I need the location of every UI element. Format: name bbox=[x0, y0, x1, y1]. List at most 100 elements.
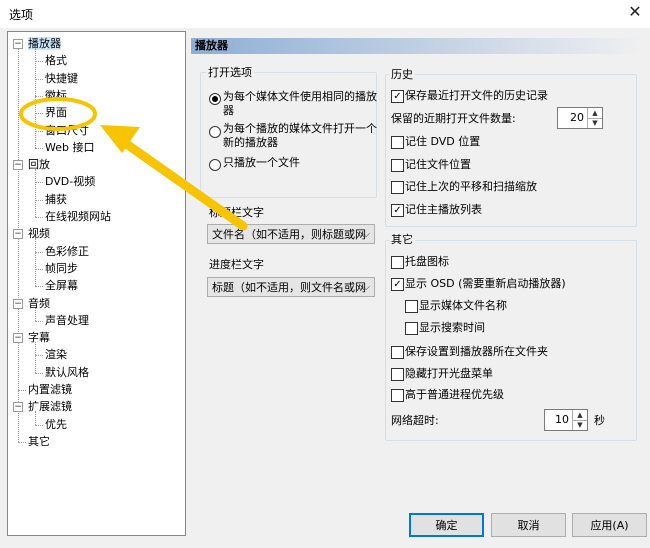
radio-new-player[interactable] bbox=[209, 126, 221, 138]
tree-item-label: 色彩修正 bbox=[45, 244, 89, 258]
tree-subitem[interactable]: 优先 bbox=[45, 416, 67, 433]
tree-item-label: 默认风格 bbox=[45, 365, 89, 379]
tree-item-label: 帧同步 bbox=[45, 261, 78, 275]
tree-connector bbox=[35, 307, 36, 321]
collapse-icon[interactable]: − bbox=[13, 160, 23, 171]
chevron-down-icon: ⌵ bbox=[362, 282, 370, 293]
tree-connector bbox=[35, 286, 43, 288]
tree-connector bbox=[35, 147, 43, 149]
close-icon[interactable]: ✕ bbox=[626, 3, 644, 21]
tree-item-label: 声音处理 bbox=[45, 313, 89, 327]
tree-connector bbox=[18, 390, 26, 391]
tree-subitem[interactable]: 声音处理 bbox=[45, 312, 89, 329]
tree-category[interactable]: 音频 bbox=[28, 295, 50, 312]
tree-subitem[interactable]: DVD-视频 bbox=[45, 173, 95, 190]
network-timeout-spinner[interactable]: 10 ▲ ▼ bbox=[544, 409, 588, 431]
checkbox-high-priority[interactable] bbox=[391, 389, 404, 402]
radio-one-file-label: 只播放一个文件 bbox=[223, 156, 300, 169]
checkbox-show-osd[interactable]: ✓ bbox=[391, 278, 404, 291]
tree-category[interactable]: 播放器 bbox=[28, 35, 61, 52]
chevron-down-icon: ⌵ bbox=[362, 229, 370, 240]
tree-subitem[interactable]: 全屏幕 bbox=[45, 277, 78, 294]
checkbox-show-filename[interactable] bbox=[405, 300, 418, 313]
ok-button[interactable]: 确定 bbox=[409, 513, 484, 537]
checkbox-tray-icon[interactable] bbox=[391, 256, 404, 269]
checkbox-remember-file[interactable] bbox=[391, 159, 404, 172]
tree-item-label: 窗口尺寸 bbox=[45, 123, 89, 137]
tree-category[interactable]: 回放 bbox=[28, 156, 50, 173]
radio-new-player-label-2: 新的播放器 bbox=[223, 136, 278, 149]
tree-subitem[interactable]: 徽标 bbox=[45, 87, 67, 104]
tree-subitem[interactable]: 色彩修正 bbox=[45, 243, 89, 260]
cancel-button[interactable]: 取消 bbox=[491, 513, 566, 537]
spin-down-icon[interactable]: ▼ bbox=[573, 420, 587, 430]
save-settings-label: 保存设置到播放器所在文件夹 bbox=[405, 345, 548, 358]
tree-item-label: 在线视频网站 bbox=[45, 210, 111, 223]
tray-icon-label: 托盘图标 bbox=[405, 255, 449, 268]
tree-connector bbox=[35, 169, 36, 217]
tree-subitem[interactable]: 帧同步 bbox=[45, 260, 78, 277]
category-tree[interactable]: 播放器 − 格式 快捷键 徽标 界面 窗口尺寸 Web 接口 回放 − DVD-视频 捕获 在线视频网站… bbox=[7, 31, 186, 536]
tree-item-label: 快捷键 bbox=[45, 71, 78, 85]
tree-connector bbox=[35, 217, 43, 218]
checkbox-hide-disc-menu[interactable] bbox=[391, 368, 404, 381]
tree-subitem[interactable]: 默认风格 bbox=[45, 364, 89, 381]
checkbox-remember-recent[interactable]: ✓ bbox=[391, 90, 404, 103]
hide-disc-menu-label: 隐藏打开光盘菜单 bbox=[405, 367, 493, 380]
tree-connector bbox=[18, 48, 19, 442]
tree-subitem[interactable]: 捕获 bbox=[45, 191, 67, 208]
checkbox-remember-pan[interactable] bbox=[391, 181, 404, 194]
tree-subitem[interactable]: 格式 bbox=[45, 52, 67, 69]
checkbox-save-settings[interactable] bbox=[391, 346, 404, 359]
tree-subitem[interactable]: 在线视频网站 bbox=[45, 208, 111, 225]
remember-playlist-label: 记住主播放列表 bbox=[405, 203, 482, 216]
tree-item-label: 徽标 bbox=[45, 88, 67, 102]
tree-connector bbox=[35, 320, 43, 322]
tree-subitem[interactable]: 渲染 bbox=[45, 346, 67, 363]
tree-subitem[interactable]: 窗口尺寸 bbox=[45, 122, 89, 139]
tree-category[interactable]: 内置滤镜 bbox=[28, 381, 72, 398]
tree-connector bbox=[35, 182, 43, 184]
window-title: 选项 bbox=[9, 8, 34, 22]
radio-same-player-label-2: 器 bbox=[223, 104, 234, 117]
collapse-icon[interactable]: − bbox=[13, 229, 23, 240]
history-title: 历史 bbox=[389, 68, 415, 81]
collapse-icon[interactable]: − bbox=[13, 333, 23, 344]
titlebar-text-select[interactable]: 文件名（如不适用，则标题或网 ⌵ bbox=[207, 224, 375, 244]
recent-count-spinner[interactable]: 20 ▲ ▼ bbox=[557, 107, 603, 129]
tree-item-label: 视频 bbox=[28, 227, 50, 241]
tree-connector bbox=[35, 424, 43, 426]
checkbox-remember-playlist[interactable]: ✓ bbox=[391, 204, 404, 217]
tree-subitem[interactable]: 界面 bbox=[45, 104, 67, 121]
other-title: 其它 bbox=[389, 233, 415, 246]
collapse-icon[interactable]: − bbox=[13, 402, 23, 413]
tree-connector bbox=[18, 441, 26, 443]
collapse-icon[interactable]: − bbox=[13, 298, 23, 309]
high-priority-label: 高于普通进程优先级 bbox=[405, 388, 504, 401]
tree-category[interactable]: 字幕 bbox=[28, 329, 50, 346]
tree-connector bbox=[35, 130, 43, 132]
tree-connector bbox=[35, 61, 43, 63]
tree-item-label: 其它 bbox=[28, 434, 50, 448]
tree-subitem[interactable]: Web 接口 bbox=[45, 139, 94, 156]
radio-one-file[interactable] bbox=[209, 159, 221, 171]
spin-down-icon[interactable]: ▼ bbox=[588, 118, 602, 128]
tree-connector bbox=[35, 268, 43, 270]
other-group bbox=[385, 240, 637, 441]
checkbox-remember-dvd[interactable] bbox=[391, 136, 404, 149]
collapse-icon[interactable]: − bbox=[13, 39, 23, 49]
tree-item-label: 回放 bbox=[28, 158, 50, 172]
seekbar-text-label: 进度栏文字 bbox=[209, 258, 264, 271]
tree-subitem[interactable]: 快捷键 bbox=[45, 70, 78, 87]
show-filename-label: 显示媒体文件名称 bbox=[419, 299, 507, 312]
tree-item-label: Web 接口 bbox=[45, 140, 95, 154]
seekbar-text-select[interactable]: 标题（如不适用，则文件名或网 ⌵ bbox=[207, 277, 375, 297]
tree-category[interactable]: 其它 bbox=[28, 433, 50, 450]
tree-item-label: 音频 bbox=[28, 296, 50, 310]
network-timeout-value: 10 bbox=[555, 413, 569, 426]
radio-same-player[interactable] bbox=[209, 93, 221, 105]
checkbox-show-seektime[interactable] bbox=[405, 322, 418, 335]
tree-connector bbox=[35, 251, 43, 253]
apply-button[interactable]: 应用(A) bbox=[572, 513, 647, 537]
tree-category[interactable]: 视频 bbox=[28, 225, 50, 242]
